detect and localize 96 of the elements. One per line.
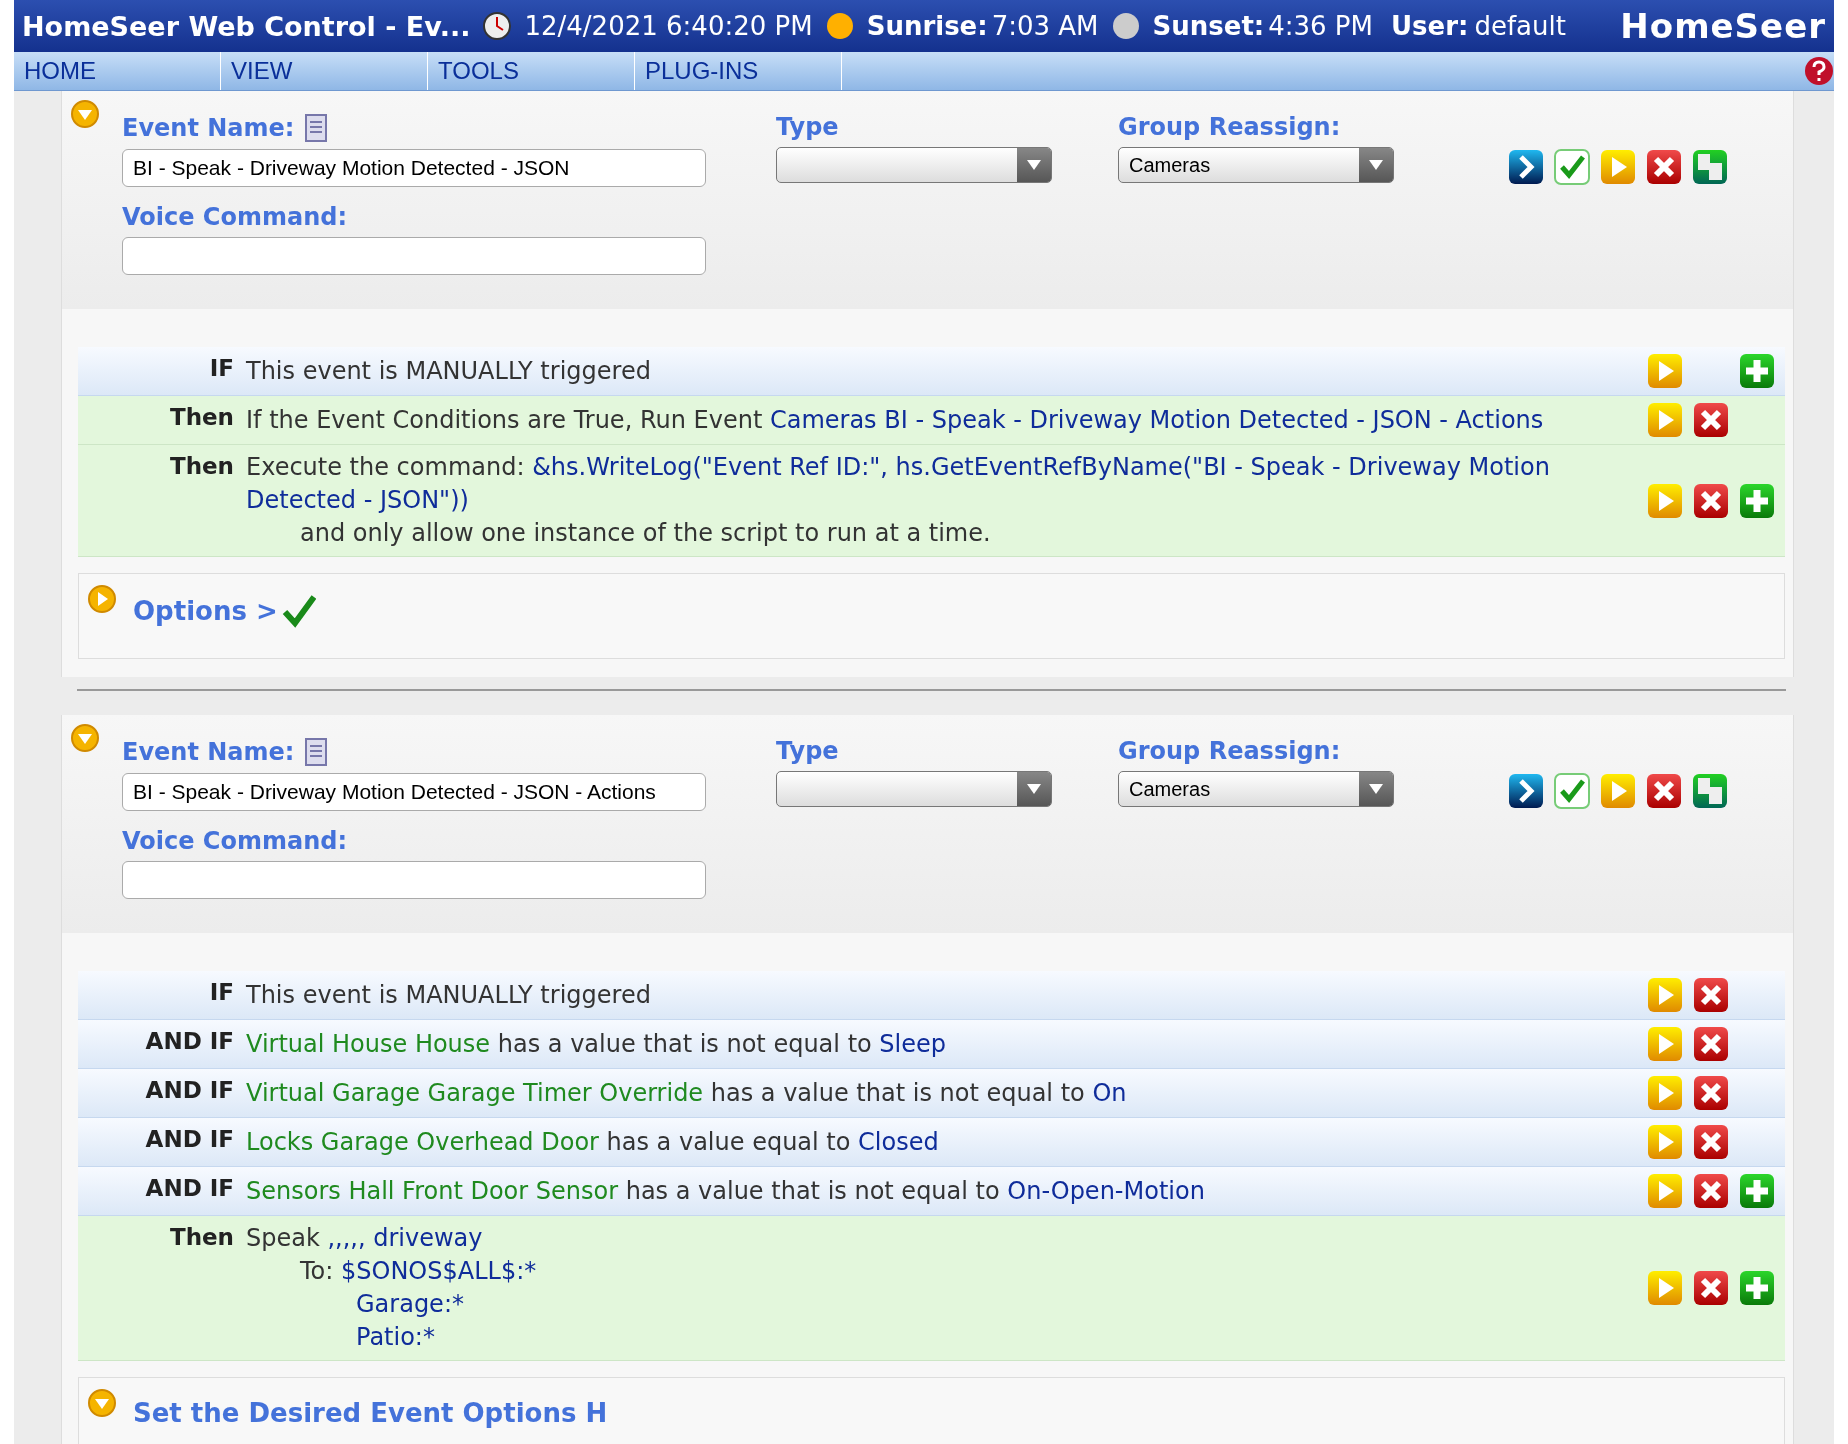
- condition-keyword: Then: [168, 452, 235, 479]
- close-icon[interactable]: [1693, 482, 1729, 519]
- field-label: Group Reassign:: [1118, 737, 1341, 765]
- close-icon[interactable]: [1693, 1075, 1729, 1111]
- sun-icon: [824, 11, 855, 41]
- close-icon[interactable]: [1693, 1270, 1729, 1306]
- condition-text: Virtual House House has a value that is not equal to Sleep: [246, 1028, 948, 1060]
- options-link[interactable]: Options >: [133, 594, 316, 628]
- condition-text: Locks Garage Overhead Door has a value equal to Closed: [246, 1126, 940, 1158]
- logo: HomeSeer: [1620, 6, 1826, 46]
- field-label: Type: [776, 737, 839, 765]
- condition-keyword: IF: [208, 354, 235, 381]
- field-label: Event Name:: [122, 738, 295, 766]
- toggle-icon[interactable]: [70, 723, 100, 753]
- field-label: Type: [776, 113, 839, 141]
- menu-item[interactable]: PLUG-INS: [635, 52, 842, 90]
- play-icon[interactable]: [1647, 1270, 1683, 1306]
- options-link[interactable]: Set the Desired Event Options H: [133, 1398, 608, 1428]
- condition-keyword: AND IF: [144, 1027, 235, 1054]
- field-label: Voice Command:: [122, 827, 347, 855]
- plus-icon[interactable]: [1739, 1173, 1775, 1209]
- play-icon[interactable]: [1647, 1026, 1683, 1062]
- plus-icon[interactable]: [1739, 482, 1775, 519]
- condition-text: This event is MANUALLY triggered: [246, 355, 652, 387]
- condition-text: Execute the command: &hs.WriteLog("Event Ref ID:", hs.GetEventRefByName("BI - Speak - Driveway Motion Detected - JSON")): [246, 452, 1551, 516]
- close-icon[interactable]: [1693, 977, 1729, 1013]
- caret-icon: [1027, 784, 1041, 794]
- toggle-icon[interactable]: [87, 1388, 117, 1418]
- menu-item[interactable]: VIEW: [221, 52, 428, 90]
- clock-icon: [482, 11, 513, 41]
- play-icon[interactable]: [1647, 1124, 1683, 1160]
- field-label: Voice Command:: [122, 203, 347, 231]
- condition-text: and only allow one instance of the script to run at a time.: [299, 518, 992, 549]
- chevron-icon[interactable]: [1508, 149, 1544, 185]
- play-icon[interactable]: [1647, 1173, 1683, 1209]
- condition-keyword: Then: [168, 1223, 235, 1250]
- close-icon[interactable]: [1693, 1124, 1729, 1160]
- close-icon[interactable]: [1646, 149, 1682, 185]
- condition-text: Speak ,,,,, driveway: [246, 1223, 484, 1254]
- window-title: HomeSeer Web Control - Ev...: [22, 10, 471, 42]
- sunset-time: 4:36 PM: [1268, 11, 1373, 41]
- condition-text: If the Event Conditions are True, Run Event Cameras BI - Speak - Driveway Motion Detected - JSON - Actions: [246, 404, 1545, 436]
- toggle-icon[interactable]: [70, 99, 100, 129]
- close-icon[interactable]: [1693, 402, 1729, 438]
- condition-keyword: AND IF: [144, 1125, 235, 1152]
- chevron-icon[interactable]: [1508, 773, 1544, 809]
- menu-item[interactable]: HOME: [14, 52, 221, 90]
- condition-keyword: AND IF: [144, 1174, 235, 1201]
- condition-keyword: AND IF: [144, 1076, 235, 1103]
- caret-icon: [1027, 160, 1041, 170]
- copy-icon[interactable]: [1692, 149, 1728, 185]
- help-icon[interactable]: [1804, 56, 1834, 86]
- play-icon[interactable]: [1647, 1075, 1683, 1111]
- sunset-label: Sunset:: [1152, 11, 1265, 41]
- play-icon[interactable]: [1647, 353, 1683, 389]
- condition-keyword: Then: [168, 403, 235, 430]
- caret-icon: [1369, 784, 1383, 794]
- play-icon[interactable]: [1600, 773, 1636, 809]
- condition-text: Garage:*: [355, 1289, 465, 1320]
- type-dropdown[interactable]: [776, 147, 1052, 183]
- user-name: default: [1474, 11, 1566, 41]
- check-icon[interactable]: [1554, 149, 1590, 185]
- field-label: Group Reassign:: [1118, 113, 1341, 141]
- sunrise-time: 7:03 AM: [991, 11, 1099, 41]
- plus-icon[interactable]: [1739, 1270, 1775, 1306]
- condition-text: Virtual Garage Garage Timer Override has a value that is not equal to On: [246, 1077, 1128, 1109]
- close-icon[interactable]: [1693, 1173, 1729, 1209]
- toggle-icon[interactable]: [87, 584, 117, 614]
- play-icon[interactable]: [1647, 977, 1683, 1013]
- voice-command-field[interactable]: [122, 861, 706, 899]
- play-icon[interactable]: [1647, 482, 1683, 519]
- group-dropdown[interactable]: Cameras: [1118, 771, 1394, 807]
- field-label: Event Name:: [122, 114, 295, 142]
- moon-icon: [1110, 11, 1141, 41]
- close-icon[interactable]: [1646, 773, 1682, 809]
- condition-text: Sensors Hall Front Door Sensor has a value that is not equal to On-Open-Motion: [246, 1175, 1206, 1207]
- event-name-field[interactable]: BI - Speak - Driveway Motion Detected - JSON - Actions: [122, 773, 706, 811]
- type-dropdown[interactable]: [776, 771, 1052, 807]
- condition-text: To: $SONOS$ALL$:*: [299, 1256, 538, 1287]
- user-label: User:: [1391, 11, 1469, 41]
- date-time: 12/4/2021 6:40:20 PM: [524, 11, 813, 41]
- play-icon[interactable]: [1647, 402, 1683, 438]
- sunrise-label: Sunrise:: [866, 11, 988, 41]
- condition-text: This event is MANUALLY triggered: [246, 979, 652, 1011]
- caret-icon: [1369, 160, 1383, 170]
- event-name-field[interactable]: BI - Speak - Driveway Motion Detected - JSON: [122, 149, 706, 187]
- menu-item[interactable]: TOOLS: [428, 52, 635, 90]
- group-dropdown[interactable]: Cameras: [1118, 147, 1394, 183]
- condition-text: Patio:*: [355, 1322, 436, 1353]
- voice-command-field[interactable]: [122, 237, 706, 275]
- plus-icon[interactable]: [1739, 353, 1775, 389]
- copy-icon[interactable]: [1692, 773, 1728, 809]
- play-icon[interactable]: [1600, 149, 1636, 185]
- condition-keyword: IF: [208, 978, 235, 1005]
- close-icon[interactable]: [1693, 1026, 1729, 1062]
- check-icon[interactable]: [1554, 773, 1590, 809]
